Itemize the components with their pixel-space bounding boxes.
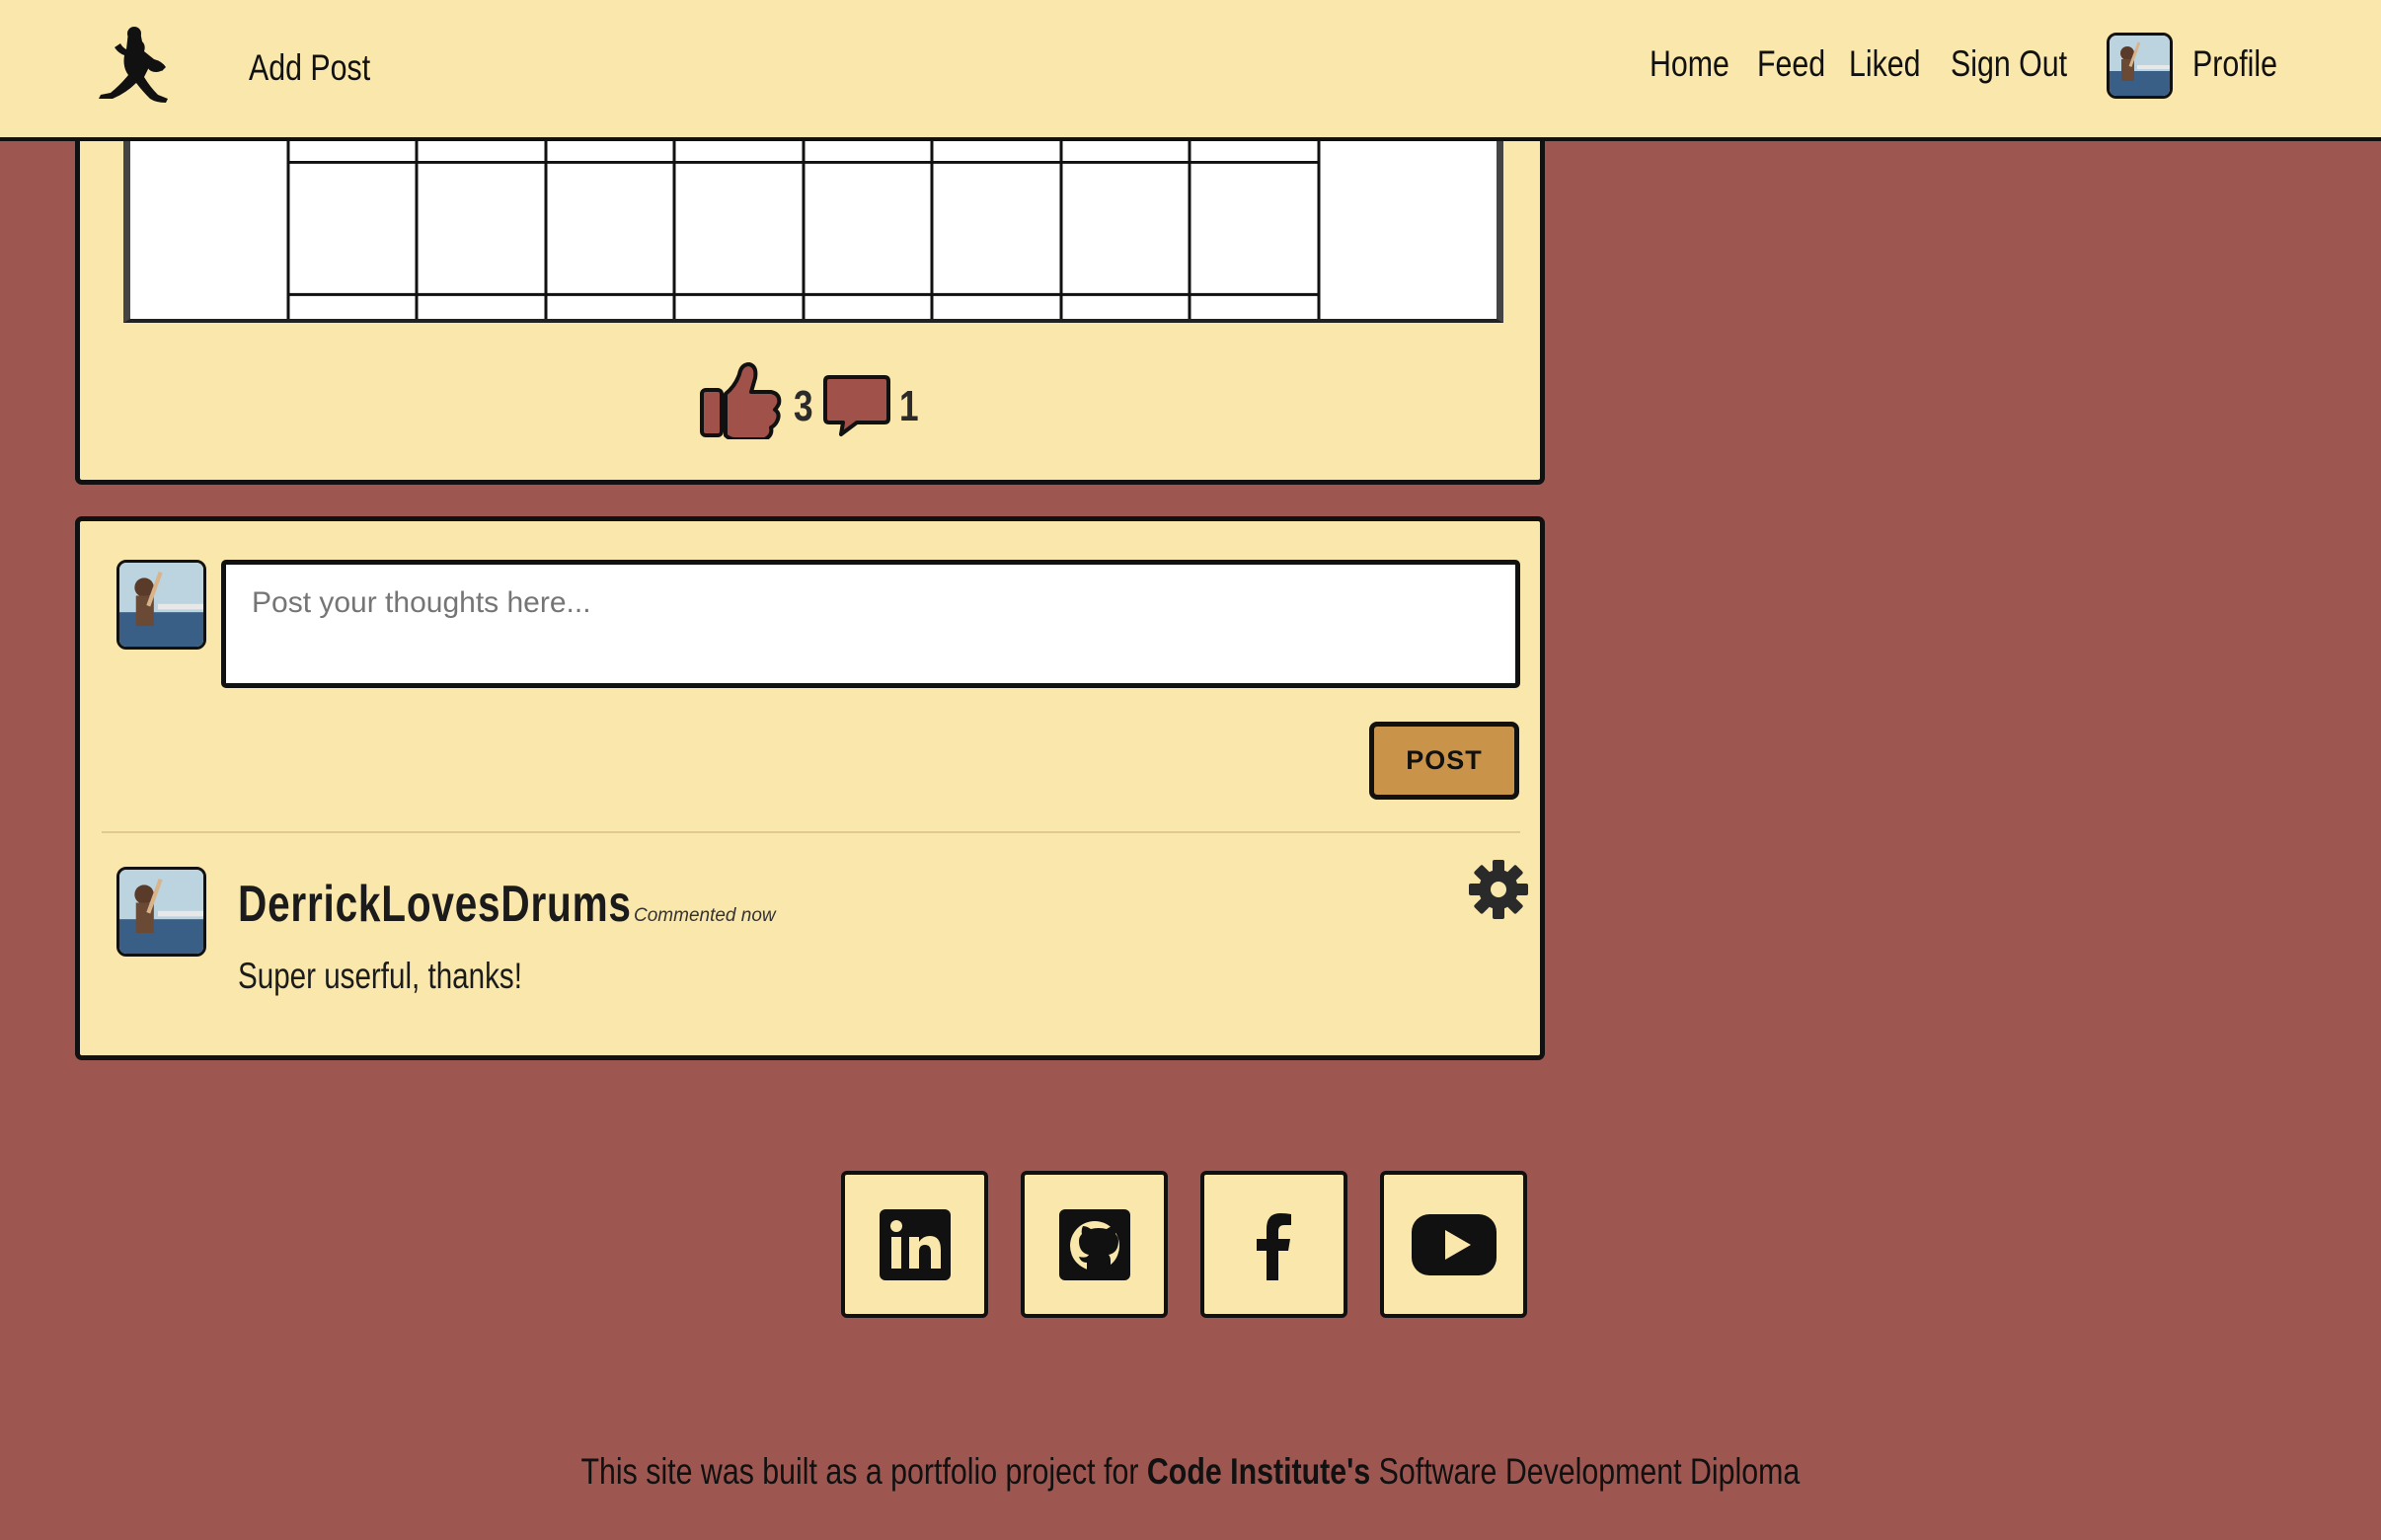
nav-liked-link[interactable]: Liked <box>1849 43 1921 85</box>
current-user-avatar[interactable] <box>116 560 206 650</box>
like-count: 3 <box>794 382 813 430</box>
drummer-logo-icon[interactable] <box>91 24 188 111</box>
facebook-link[interactable] <box>1200 1171 1347 1318</box>
divider <box>102 831 1520 833</box>
comment-timestamp: Commented now <box>634 905 776 926</box>
gear-icon[interactable] <box>1467 858 1530 921</box>
comments-card: POST DerrickLovesDrums Commented now Sup… <box>75 516 1545 1060</box>
youtube-link[interactable] <box>1380 1171 1527 1318</box>
comment-author[interactable]: DerrickLovesDrums <box>238 875 632 934</box>
avatar-photo-icon <box>119 563 203 647</box>
avatar-photo-icon <box>119 870 203 954</box>
linkedin-link[interactable] <box>841 1171 988 1318</box>
footer-bold: Code Institute's <box>1146 1451 1371 1492</box>
add-post-link[interactable]: Add Post <box>249 47 370 89</box>
nav-sign-out-link[interactable]: Sign Out <box>1951 43 2067 85</box>
footer-text: This site was built as a portfolio proje… <box>0 1451 2381 1493</box>
comment-count: 1 <box>899 382 919 430</box>
github-link[interactable] <box>1021 1171 1168 1318</box>
facebook-icon <box>1256 1212 1291 1280</box>
github-icon <box>1058 1208 1130 1280</box>
comment-body: Super userful, thanks! <box>238 956 522 996</box>
navbar: Add Post Home Feed Liked Sign Out Profil… <box>0 0 2381 141</box>
comment-input[interactable] <box>221 560 1520 688</box>
footer-suffix: Software Development Diploma <box>1370 1451 1801 1492</box>
nav-feed-link[interactable]: Feed <box>1757 43 1825 85</box>
post-comment-button[interactable]: POST <box>1369 722 1519 800</box>
thumbs-up-icon[interactable] <box>699 360 784 439</box>
nav-home-link[interactable]: Home <box>1650 43 1729 85</box>
nav-profile-link[interactable]: Profile <box>2192 43 2277 85</box>
linkedin-icon <box>879 1208 951 1280</box>
youtube-icon <box>1411 1213 1497 1275</box>
nav-avatar[interactable] <box>2107 33 2173 99</box>
comment-author-avatar[interactable] <box>116 867 206 957</box>
footer-prefix: This site was built as a portfolio proje… <box>580 1451 1147 1492</box>
comment-icon[interactable] <box>823 373 890 437</box>
avatar-photo-icon <box>2110 36 2170 96</box>
